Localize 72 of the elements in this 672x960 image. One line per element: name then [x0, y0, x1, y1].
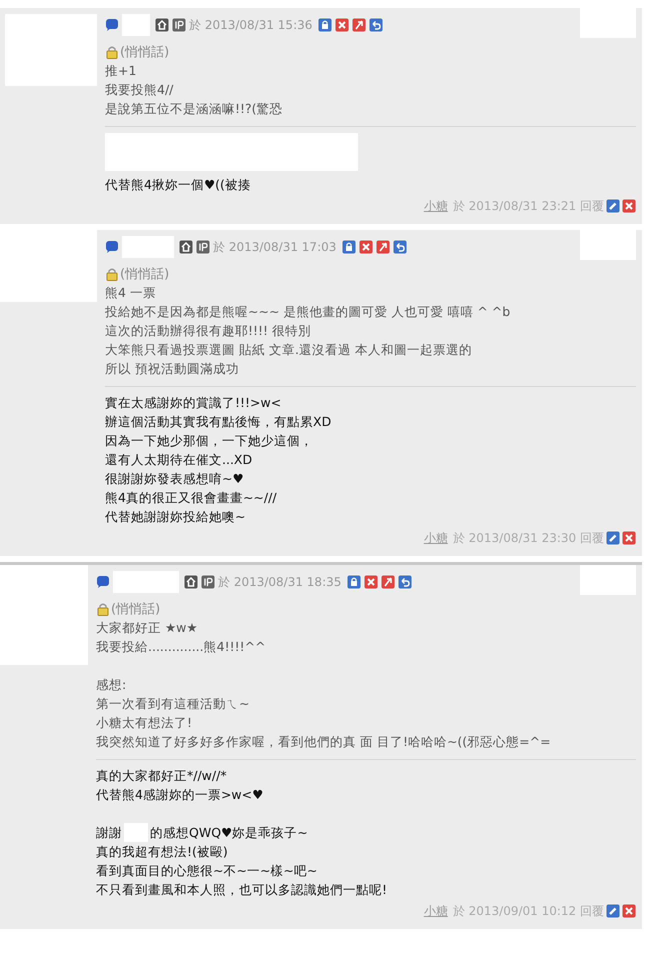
undo-icon[interactable] — [393, 240, 408, 254]
comment-line: 所以 預祝活動圓滿成功 — [105, 360, 239, 378]
flag-icon[interactable] — [352, 18, 366, 32]
comment-line: 第一次看到有這種活動ㄟ~ — [96, 695, 250, 713]
comment-text: 的感想QWQ♥妳是乖孩子~ — [150, 824, 308, 842]
reply-time: 於 2013/08/31 23:30 回覆 — [452, 530, 604, 546]
padlock-icon — [105, 266, 119, 280]
ip-icon[interactable] — [201, 575, 215, 589]
author-link[interactable]: 小糖 — [424, 530, 448, 546]
delete-icon[interactable] — [335, 18, 350, 32]
post-time: 於 2013/08/31 15:36 — [189, 16, 312, 34]
comment-line: 我要投給..............熊4!!!!^^ — [96, 638, 266, 656]
undo-icon[interactable] — [369, 18, 384, 32]
post-time: 於 2013/08/31 17:03 — [213, 238, 336, 256]
comment-line: 真的我超有想法!(被毆) — [96, 843, 228, 861]
blank-panel — [580, 565, 636, 595]
home-icon[interactable] — [179, 240, 193, 254]
comment-line: 代替熊4感謝妳的一票>w<♥ — [96, 786, 264, 804]
comment-line: 熊4真的很正又很會畫畫~~/// — [105, 489, 277, 507]
delete-icon[interactable] — [359, 240, 374, 254]
speech-bubble-icon — [96, 575, 110, 589]
comment-line: 推+1 — [105, 62, 136, 80]
delete-icon[interactable] — [622, 531, 636, 545]
author-link[interactable]: 小糖 — [424, 902, 448, 920]
whisper-label: (悄悄話) — [120, 44, 170, 60]
lock-icon[interactable] — [347, 575, 362, 589]
comment-line: 真的大家都好正*//w//* — [96, 767, 227, 785]
undo-icon[interactable] — [398, 575, 412, 589]
ip-icon[interactable] — [172, 18, 186, 32]
speech-bubble-icon — [105, 18, 119, 32]
author-link[interactable]: 小糖 — [424, 198, 448, 214]
padlock-icon — [105, 44, 119, 58]
comment-line: 大笨熊只看過投票選圖 貼紙 文章.還沒看過 本人和圖一起票選的 — [105, 341, 472, 359]
comment-text: 謝謝 — [96, 824, 122, 842]
comment-line: 不只看到畫風和本人照，也可以多認識她們一點呢! — [96, 881, 388, 899]
home-icon[interactable] — [184, 575, 198, 589]
comment-line: 很謝謝妳發表感想唷~♥ — [105, 470, 244, 488]
lock-icon[interactable] — [318, 18, 332, 32]
comment-line: 還有人太期待在催文...XD — [105, 451, 252, 469]
edit-icon[interactable] — [606, 904, 620, 918]
comment-line: 看到真面目的心態很~不~一~樣~吧~ — [96, 862, 318, 880]
home-icon[interactable] — [155, 18, 169, 32]
ip-icon[interactable] — [196, 240, 210, 254]
lock-icon[interactable] — [342, 240, 356, 254]
padlock-icon — [96, 602, 110, 616]
reply-time: 於 2013/08/31 23:21 回覆 — [452, 198, 604, 214]
comment-line: 代替她謝謝妳投給她噢~ — [105, 508, 246, 526]
comment-line: 因為一下她少那個，一下她少這個， — [105, 432, 313, 450]
post-time: 於 2013/08/31 18:35 — [218, 574, 342, 590]
reply-time: 於 2013/09/01 10:12 回覆 — [452, 902, 604, 920]
comment-line: 大家都好正 ★w★ — [96, 619, 198, 637]
comment-line: 感想: — [96, 676, 126, 694]
comment-line: 投給她不是因為都是熊喔~~~ 是熊他畫的圖可愛 人也可愛 嘻嘻 ^ ^b — [105, 303, 510, 321]
comment-line: 辦這個活動其實我有點後悔，有點累XD — [105, 413, 332, 431]
delete-icon[interactable] — [364, 575, 378, 589]
comment-line: 實在太感謝妳的賞識了!!!>w< — [105, 394, 282, 412]
edit-icon[interactable] — [606, 531, 620, 545]
speech-bubble-icon — [105, 240, 119, 254]
comment-line: 我要投熊4// — [105, 81, 174, 99]
flag-icon[interactable] — [376, 240, 390, 254]
edit-icon[interactable] — [606, 199, 620, 213]
whisper-label: (悄悄話) — [120, 266, 170, 282]
comment-line: 熊4 一票 — [105, 284, 156, 302]
comment-line: 這次的活動辦得很有趣耶!!!! 很特別 — [105, 322, 312, 340]
delete-icon[interactable] — [622, 904, 636, 918]
delete-icon[interactable] — [622, 199, 636, 213]
comment-line: 代替熊4揪妳一個♥((被揍 — [105, 176, 251, 194]
comment-line: 我突然知道了好多好多作家喔，看到他們的真 面 目了!哈哈哈~((邪惡心態=^= — [96, 733, 551, 751]
whisper-label: (悄悄話) — [111, 600, 160, 618]
comment-line: 小糖太有想法了! — [96, 714, 192, 732]
flag-icon[interactable] — [381, 575, 396, 589]
comment-line: 是說第五位不是涵涵嘛!!?(驚恐 — [105, 100, 283, 118]
